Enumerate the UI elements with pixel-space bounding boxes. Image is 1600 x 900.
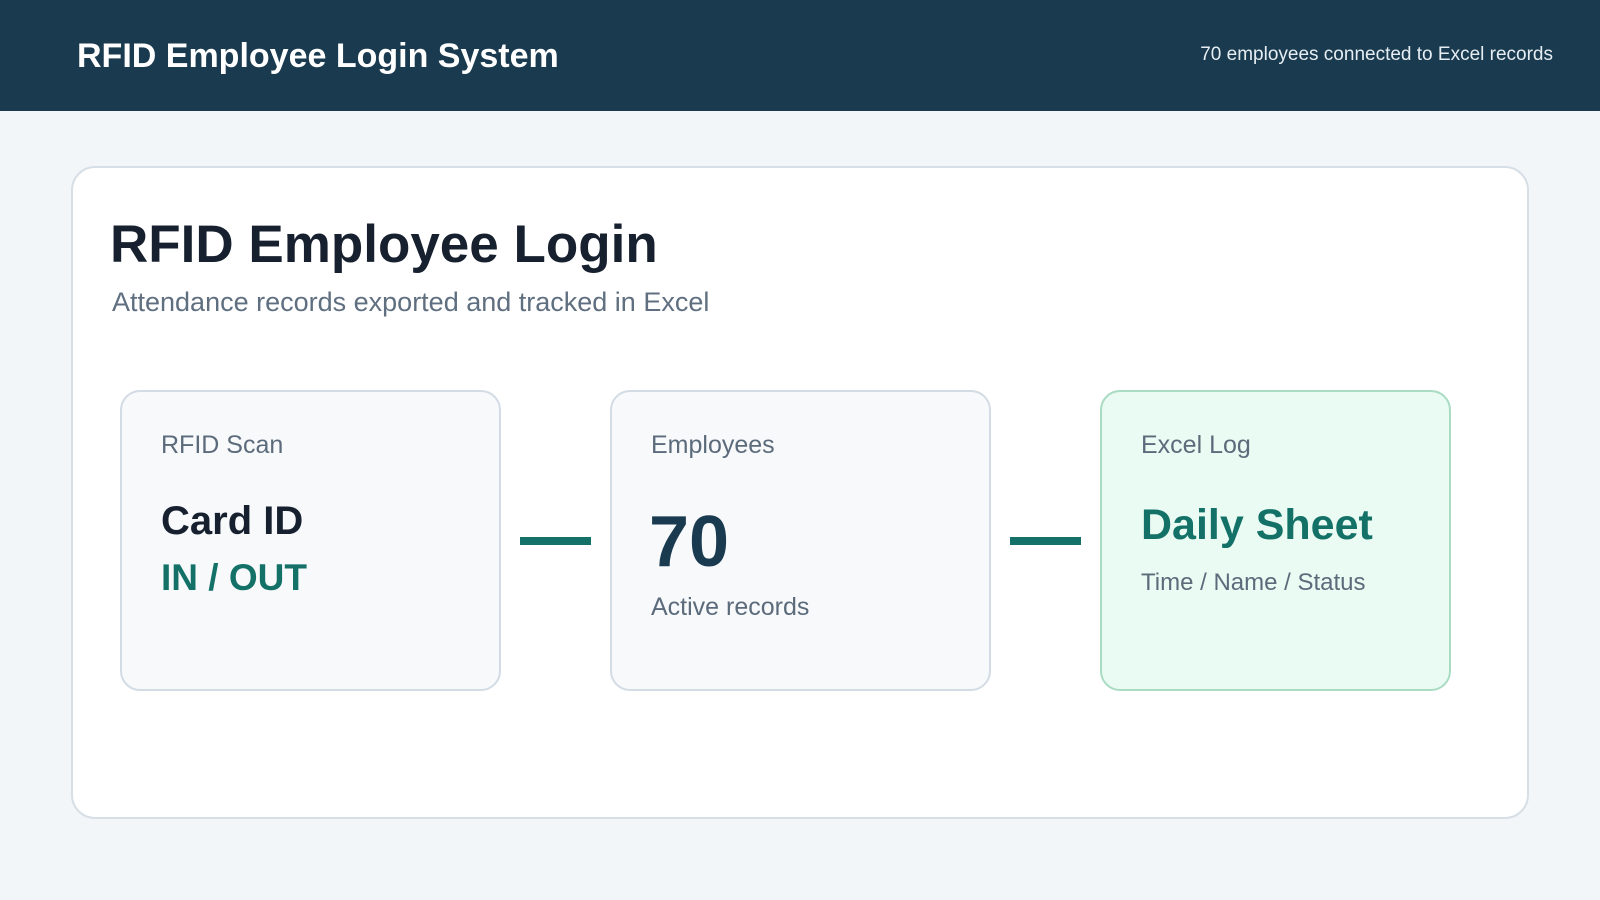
page-subtitle: Attendance records exported and tracked … xyxy=(112,287,710,317)
rfid-scan-label: RFID Scan xyxy=(161,431,284,459)
top-header-bar: RFID Employee Login System 70 employees … xyxy=(0,0,1600,111)
app-title: RFID Employee Login System xyxy=(77,37,559,75)
employees-card: Employees 70 Active records xyxy=(610,390,991,691)
active-records-caption: Active records xyxy=(651,593,810,621)
employee-count: 70 xyxy=(649,502,730,582)
page-title: RFID Employee Login xyxy=(110,215,658,274)
in-out-text: IN / OUT xyxy=(161,557,307,598)
flow-connector xyxy=(520,537,591,545)
rfid-scan-card: RFID Scan Card ID IN / OUT xyxy=(120,390,501,691)
excel-log-card: Excel Log Daily Sheet Time / Name / Stat… xyxy=(1100,390,1451,691)
card-id-text: Card ID xyxy=(161,499,304,543)
connection-status: 70 employees connected to Excel records xyxy=(1200,44,1553,65)
employees-label: Employees xyxy=(651,431,775,459)
daily-sheet-text: Daily Sheet xyxy=(1141,501,1373,549)
flow-connector xyxy=(1010,537,1081,545)
log-fields-caption: Time / Name / Status xyxy=(1141,569,1366,596)
excel-log-label: Excel Log xyxy=(1141,431,1251,459)
